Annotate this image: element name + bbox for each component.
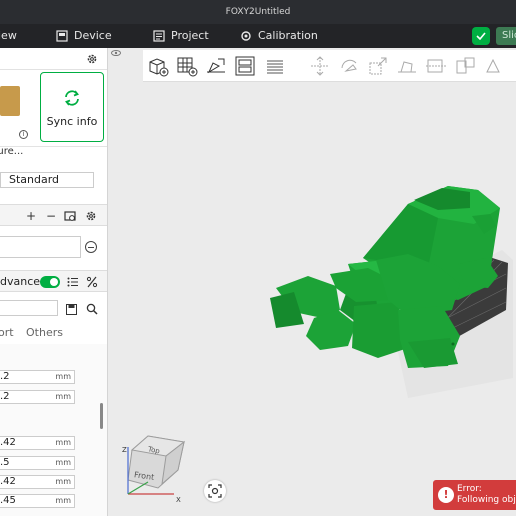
setting-unit: mm (55, 458, 71, 467)
process-preset-select[interactable]: Standard (0, 172, 94, 188)
sync-icon (65, 90, 79, 106)
setting-value: .2 (0, 371, 10, 382)
tab-others[interactable]: Others (26, 326, 63, 339)
axis-x-label: X (176, 496, 181, 504)
advanced-row: dvanced (0, 270, 107, 292)
search-icon[interactable] (86, 303, 98, 315)
list-icon[interactable] (67, 276, 79, 288)
error-message: Following obje (457, 495, 516, 505)
compare-icon[interactable] (86, 276, 98, 288)
filament-label: cture... (0, 146, 24, 157)
tab-support[interactable]: ort (0, 326, 14, 339)
advanced-toggle[interactable] (40, 276, 60, 288)
setting-unit: mm (55, 372, 71, 381)
settings-scrollbar[interactable] (100, 403, 103, 429)
setting-field[interactable]: .5 mm (0, 456, 75, 470)
menu-bar: iew Device Project Calibration Slic (0, 24, 516, 65)
menu-device-label: Device (74, 29, 112, 42)
filament-swatch (0, 86, 20, 116)
sync-info-button[interactable]: Sync info (40, 72, 104, 142)
sync-info-label: Sync info (46, 115, 98, 128)
menu-calibration-label: Calibration (258, 29, 318, 42)
filament-card[interactable]: cture... (0, 72, 36, 164)
menu-project-label: Project (171, 29, 209, 42)
setting-unit: mm (55, 496, 71, 505)
setting-field[interactable]: .45 mm (0, 494, 75, 508)
remove-icon[interactable]: − (46, 209, 56, 223)
error-title: Error: (457, 484, 482, 494)
menu-preview[interactable]: iew (0, 24, 17, 48)
menu-calibration[interactable]: Calibration (240, 24, 318, 48)
device-icon (56, 30, 68, 42)
setting-value: .5 (0, 457, 10, 468)
menu-device[interactable]: Device (56, 24, 112, 48)
setting-value: .42 (0, 437, 16, 448)
error-icon: ! (438, 487, 454, 503)
setting-unit: mm (55, 392, 71, 401)
camera-fit-button[interactable] (204, 480, 226, 502)
project-icon (153, 30, 165, 42)
process-preset-value: Standard (9, 173, 60, 186)
info-icon[interactable]: i (19, 130, 28, 139)
error-notification[interactable]: ! Error: Following obje (433, 480, 516, 510)
gear-icon[interactable] (85, 210, 97, 222)
focus-icon (208, 484, 222, 498)
menu-preview-label: iew (0, 29, 17, 42)
check-icon (476, 32, 486, 40)
gear-icon[interactable] (86, 53, 98, 65)
setting-value: .2 (0, 391, 10, 402)
objects-toolbar: + − (0, 204, 107, 226)
setting-field[interactable]: .42 mm (0, 436, 75, 450)
setting-value: .42 (0, 476, 16, 487)
divider (0, 146, 107, 147)
orientation-cube[interactable]: Z X Top Front (118, 432, 190, 506)
setting-field[interactable]: .42 mm (0, 475, 75, 489)
title-bar: FOXY2Untitled (0, 0, 516, 24)
window-title: FOXY2Untitled (225, 7, 291, 17)
setting-field[interactable]: .2 mm (0, 370, 75, 384)
3d-viewport[interactable]: Z X Top Front ! Error: Following obje (108, 48, 516, 516)
sidebar: cture... i Sync info Standard + − dvance… (0, 48, 108, 516)
settings-tabs: ort Others (0, 326, 107, 342)
setting-unit: mm (55, 477, 71, 486)
printer-section-header (0, 48, 107, 70)
setting-value: .45 (0, 495, 16, 506)
calibration-icon (241, 31, 251, 41)
slice-plate-button[interactable]: Slic (496, 27, 516, 45)
setting-field[interactable]: .2 mm (0, 390, 75, 404)
plate-settings-icon[interactable] (64, 210, 76, 222)
settings-search-input[interactable] (0, 300, 58, 316)
settings-panel: .2 mm .2 mm .42 mm .5 mm .42 mm .45 mm (0, 344, 107, 516)
object-name-input[interactable] (0, 236, 81, 258)
save-icon[interactable] (66, 304, 77, 315)
add-icon[interactable]: + (26, 209, 36, 223)
setting-unit: mm (55, 438, 71, 447)
remove-circle-icon[interactable] (85, 241, 97, 253)
slice-dropdown-button[interactable] (472, 27, 490, 45)
menu-project[interactable]: Project (153, 24, 209, 48)
slice-label: Slic (502, 30, 516, 41)
axis-z-label: Z (122, 446, 127, 454)
